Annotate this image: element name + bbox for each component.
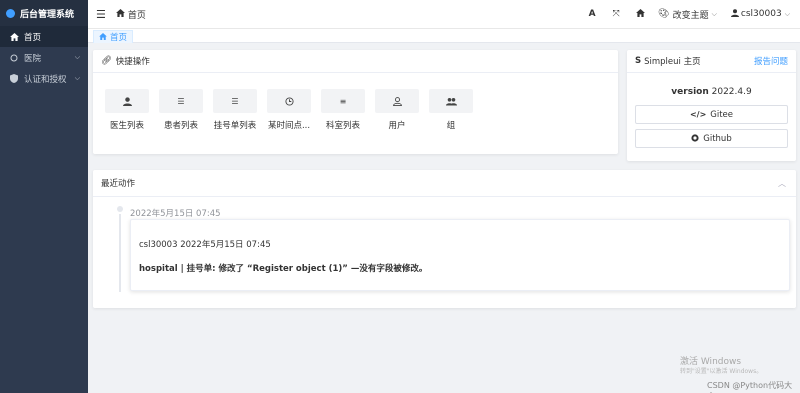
brand-logo-icon bbox=[6, 8, 15, 18]
entry-message[interactable]: hospital | 挂号单: 修改了 “Register object (1)… bbox=[139, 262, 427, 274]
quick-action-departments[interactable]: ≡ 科室列表 bbox=[314, 89, 372, 131]
sidebar-item-label: 医院 bbox=[24, 53, 42, 64]
top-bar: ☰ 首页 A ⤧ 🎨︎ 改变主题 ⌵ csl30003 ⌵ bbox=[88, 0, 800, 29]
simpleui-header: S Simpleui 主页 报告问题 bbox=[627, 50, 796, 73]
timeline-dot bbox=[117, 206, 123, 212]
menu-icon: ≡ bbox=[321, 89, 365, 113]
timeline-timestamp: 2022年5月15日 07:45 bbox=[130, 209, 221, 219]
list-icon: ☰ bbox=[213, 89, 257, 113]
chevron-up-icon[interactable]: ︿ bbox=[778, 178, 786, 189]
palette-icon: 🎨︎ bbox=[658, 9, 670, 19]
github-label: Github bbox=[703, 133, 732, 144]
user-icon bbox=[730, 8, 739, 20]
activate-windows-hint: 转到"设置"以激活 Windows。 bbox=[680, 368, 763, 375]
timeline-entry: csl30003 2022年5月15日 07:45 hospital | 挂号单… bbox=[130, 219, 790, 291]
quick-action-label: 医生列表 bbox=[109, 121, 144, 131]
brand[interactable]: 后台管理系统 bbox=[0, 0, 88, 26]
entry-meta: csl30003 2022年5月15日 07:45 bbox=[139, 240, 271, 250]
github-button[interactable]: Github bbox=[635, 129, 788, 148]
quick-actions-title: 快捷操作 bbox=[115, 57, 150, 67]
fullscreen-icon[interactable]: ⤧ bbox=[604, 9, 628, 19]
theme-label: 改变主题 bbox=[672, 10, 709, 21]
version-value: 2022.4.9 bbox=[711, 87, 752, 97]
user-outline-icon bbox=[375, 89, 419, 113]
menu-toggle-icon[interactable]: ☰ bbox=[96, 8, 106, 21]
simpleui-card: S Simpleui 主页 报告问题 version 2022.4.9 </> … bbox=[627, 50, 796, 161]
recent-actions-title: 最近动作 bbox=[101, 179, 136, 189]
tabs-bar: 首页 bbox=[88, 29, 800, 43]
link-icon: 🔗︎ bbox=[101, 56, 112, 66]
user-icon bbox=[105, 89, 149, 113]
quick-action-label: 用户 bbox=[388, 121, 406, 131]
quick-action-label: 患者列表 bbox=[163, 121, 198, 131]
quick-actions-card: 🔗︎ 快捷操作 医生列表 ☰ 患者列表 ☰ 挂号单列表 某时间点... ≡ 科室… bbox=[93, 50, 618, 154]
github-icon bbox=[691, 133, 699, 144]
circle-icon bbox=[8, 54, 20, 62]
home-icon bbox=[99, 32, 107, 42]
sidebar-item-auth[interactable]: 认证和授权 ⌵ bbox=[0, 68, 88, 89]
list-icon: ☰ bbox=[159, 89, 203, 113]
chevron-down-icon: ⌵ bbox=[784, 9, 790, 18]
version-info: version 2022.4.9 bbox=[627, 87, 796, 97]
sidebar-item-home[interactable]: 首页 bbox=[0, 26, 88, 47]
tab-label: 首页 bbox=[110, 33, 128, 43]
simpleui-title: Simpleui 主页 bbox=[644, 57, 701, 67]
home-icon bbox=[115, 8, 125, 20]
breadcrumb[interactable]: 首页 bbox=[128, 8, 146, 21]
sidebar: 后台管理系统 首页 医院 ⌵ 认证和授权 ⌵ bbox=[0, 0, 88, 393]
sidebar-item-hospital[interactable]: 医院 ⌵ bbox=[0, 47, 88, 68]
quick-action-doctors[interactable]: 医生列表 bbox=[98, 89, 156, 131]
simpleui-logo-icon: S bbox=[635, 56, 642, 66]
quick-action-label: 科室列表 bbox=[325, 121, 360, 131]
recent-actions-header: 最近动作 ︿ bbox=[93, 170, 796, 197]
quick-action-label: 组 bbox=[446, 121, 456, 131]
recent-actions-card: 最近动作 ︿ 2022年5月15日 07:45 csl30003 2022年5月… bbox=[93, 170, 796, 308]
version-label: version bbox=[671, 87, 709, 97]
sidebar-item-label: 首页 bbox=[24, 32, 42, 43]
gitee-button[interactable]: </> Gitee bbox=[635, 105, 788, 124]
theme-switcher[interactable]: 🎨︎ 改变主题 ⌵ bbox=[658, 8, 717, 21]
quick-action-groups[interactable]: 组 bbox=[422, 89, 480, 131]
user-label: csl30003 bbox=[740, 9, 782, 19]
quick-action-registers[interactable]: ☰ 挂号单列表 bbox=[206, 89, 264, 131]
quick-action-users[interactable]: 用户 bbox=[368, 89, 426, 131]
report-issue-link[interactable]: 报告问题 bbox=[754, 55, 788, 67]
chevron-down-icon: ⌵ bbox=[74, 53, 80, 61]
font-size-icon[interactable]: A bbox=[580, 9, 604, 19]
chevron-down-icon: ⌵ bbox=[711, 9, 717, 18]
timeline-line bbox=[119, 214, 121, 292]
top-actions: A ⤧ 🎨︎ 改变主题 ⌵ csl30003 ⌵ bbox=[580, 8, 790, 21]
users-icon bbox=[429, 89, 473, 113]
brand-title: 后台管理系统 bbox=[20, 9, 75, 20]
csdn-watermark: CSDN @Python代码大全 bbox=[707, 381, 793, 393]
quick-actions-header: 🔗︎ 快捷操作 bbox=[93, 50, 618, 73]
user-menu[interactable]: csl30003 ⌵ bbox=[730, 8, 790, 20]
quick-action-label: 挂号单列表 bbox=[213, 121, 257, 131]
tab-home[interactable]: 首页 bbox=[93, 30, 134, 43]
quick-action-patients[interactable]: ☰ 患者列表 bbox=[152, 89, 210, 131]
home-icon[interactable] bbox=[628, 8, 652, 20]
clock-icon bbox=[267, 89, 311, 113]
sidebar-item-label: 认证和授权 bbox=[24, 74, 67, 85]
quick-action-label: 某时间点... bbox=[267, 121, 311, 131]
chevron-down-icon: ⌵ bbox=[74, 74, 80, 82]
quick-action-timepoint[interactable]: 某时间点... bbox=[260, 89, 318, 131]
shield-icon bbox=[8, 74, 20, 83]
home-icon bbox=[8, 32, 20, 41]
gitee-label: Gitee bbox=[710, 109, 734, 120]
code-icon: </> bbox=[689, 110, 707, 119]
